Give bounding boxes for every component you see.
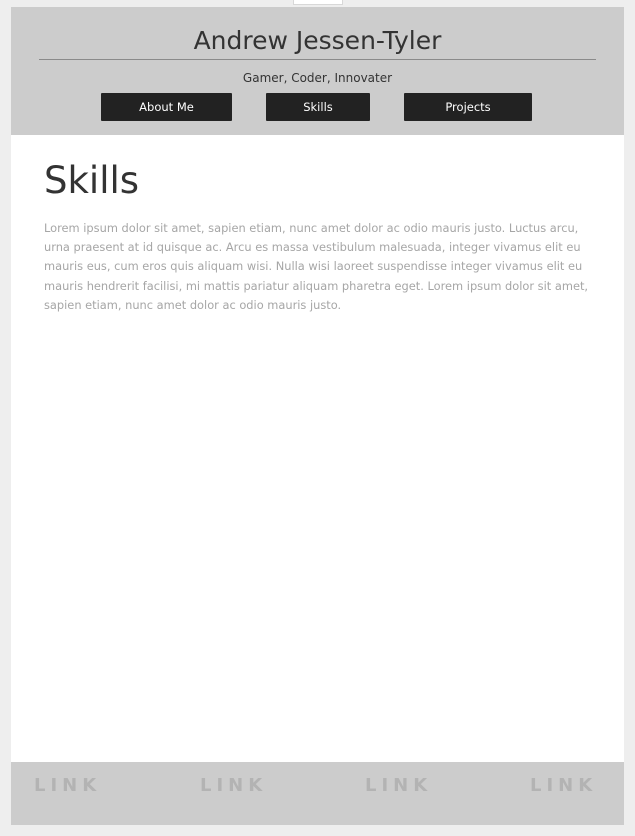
footer-link-2[interactable]: LINK xyxy=(200,774,267,798)
site-tagline: Gamer, Coder, Innovater xyxy=(242,71,393,85)
nav-about-me-button[interactable]: About Me xyxy=(101,93,232,121)
footer-link-3[interactable]: LINK xyxy=(365,774,432,798)
nav-projects-button[interactable]: Projects xyxy=(404,93,532,121)
page-title: Skills xyxy=(44,159,140,202)
body-paragraph: Lorem ipsum dolor sit amet, sapien etiam… xyxy=(44,221,589,312)
top-tab-decoration xyxy=(293,0,343,5)
footer-link-1[interactable]: LINK xyxy=(34,774,101,798)
footer-link-4[interactable]: LINK xyxy=(530,774,597,798)
site-footer: LINK LINK LINK LINK xyxy=(11,762,624,825)
site-title: Andrew Jessen-Tyler xyxy=(193,26,442,55)
site-header: Andrew Jessen-Tyler Gamer, Coder, Innova… xyxy=(11,7,624,135)
nav-skills-button[interactable]: Skills xyxy=(266,93,370,121)
title-divider xyxy=(39,59,596,60)
page-container: Andrew Jessen-Tyler Gamer, Coder, Innova… xyxy=(11,7,624,825)
